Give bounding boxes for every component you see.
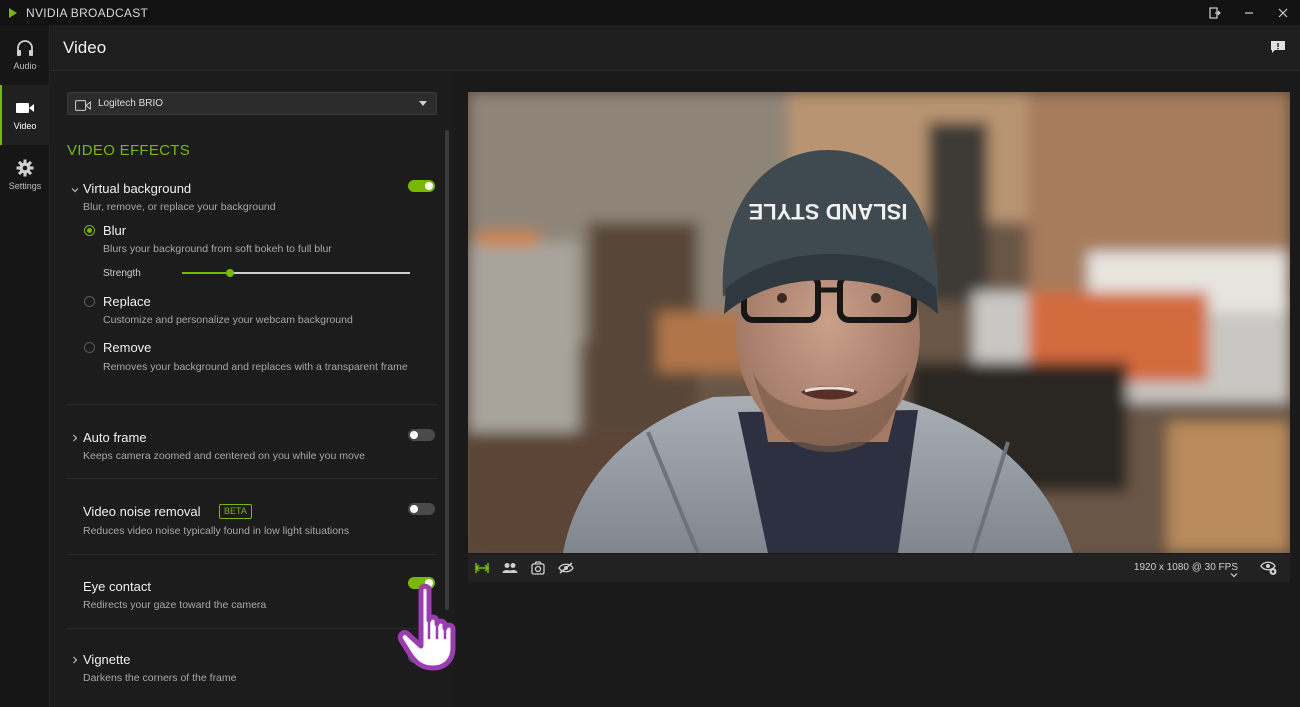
effect-title-noise-removal[interactable]: Video noise removal (83, 504, 201, 519)
effect-desc-eye-contact: Redirects your gaze toward the camera (83, 599, 267, 611)
device-select[interactable]: Logitech BRIO (67, 92, 437, 115)
beta-badge: BETA (219, 504, 252, 519)
section-title: VIDEO EFFECTS (67, 142, 191, 159)
auto-frame-toggle[interactable] (408, 429, 435, 441)
effect-desc-vignette: Darkens the corners of the frame (83, 672, 237, 684)
rail-label-settings: Settings (8, 181, 42, 191)
rail-item-settings[interactable]: Settings (0, 145, 50, 205)
divider (67, 478, 437, 479)
replace-radio[interactable] (84, 296, 95, 307)
strength-slider[interactable] (182, 269, 410, 277)
rail-label-video: Video (13, 121, 37, 131)
feedback-icon[interactable] (1270, 40, 1286, 54)
option-title-replace[interactable]: Replace (103, 294, 151, 309)
chevron-right-icon[interactable] (72, 434, 78, 444)
title-bar: NVIDIA BROADCAST (0, 0, 1300, 25)
window-controls (1198, 0, 1300, 25)
webcam-icon (75, 98, 91, 111)
page-header: Video (51, 25, 1300, 71)
pointer-hand-icon (397, 583, 456, 671)
strength-slider-fill (182, 272, 230, 274)
option-title-remove[interactable]: Remove (103, 340, 151, 355)
eye-settings-icon[interactable] (1260, 560, 1278, 576)
chevron-down-icon (419, 101, 427, 106)
rail-item-video[interactable]: Video (0, 85, 50, 145)
chevron-down-icon[interactable] (1230, 565, 1238, 583)
chevron-right-icon[interactable] (72, 656, 78, 666)
panel-scrollbar[interactable] (445, 130, 449, 610)
hide-preview-icon[interactable] (552, 554, 580, 582)
rail-label-audio: Audio (13, 61, 37, 71)
page-title: Video (63, 38, 107, 57)
divider (67, 554, 437, 555)
effect-title-vignette[interactable]: Vignette (83, 652, 130, 667)
exit-mini-icon[interactable] (1198, 0, 1232, 25)
noise-removal-toggle[interactable] (408, 503, 435, 515)
option-desc-blur: Blurs your background from soft bokeh to… (103, 243, 332, 255)
nav-rail: Audio Video Settings (0, 25, 50, 707)
option-desc-remove: Removes your background and replaces wit… (103, 361, 408, 373)
effect-title-auto-frame[interactable]: Auto frame (83, 430, 147, 445)
video-camera-icon (15, 99, 35, 117)
app-title: NVIDIA BROADCAST (26, 5, 149, 20)
snapshot-icon[interactable] (524, 554, 552, 582)
effect-desc-virtual-background: Blur, remove, or replace your background (83, 201, 276, 213)
people-icon[interactable] (496, 554, 524, 582)
effect-desc-noise-removal: Reduces video noise typically found in l… (83, 525, 350, 537)
preview-toolbar: 1920 x 1080 @ 30 FPS (468, 554, 1290, 582)
effect-title-virtual-background[interactable]: Virtual background (83, 181, 191, 196)
rail-item-audio[interactable]: Audio (0, 25, 50, 85)
resolution-select[interactable]: 1920 x 1080 @ 30 FPS (1134, 562, 1238, 573)
gear-icon (16, 159, 34, 177)
divider (67, 628, 437, 629)
remove-radio[interactable] (84, 342, 95, 353)
nvidia-logo-icon (2, 7, 24, 19)
option-title-blur[interactable]: Blur (103, 223, 126, 238)
headphones-icon (16, 39, 34, 57)
virtual-background-toggle[interactable] (408, 180, 435, 192)
effect-title-eye-contact[interactable]: Eye contact (83, 579, 151, 594)
divider (67, 404, 437, 405)
blur-radio[interactable] (84, 225, 95, 236)
strength-label: Strength (103, 268, 141, 279)
side-by-side-icon[interactable] (468, 554, 496, 582)
device-select-value: Logitech BRIO (98, 98, 164, 109)
option-desc-replace: Customize and personalize your webcam ba… (103, 314, 353, 326)
chevron-down-icon[interactable] (71, 185, 79, 195)
beanie-logo-text: ISLAND STYLE (749, 199, 908, 224)
effect-desc-auto-frame: Keeps camera zoomed and centered on you … (83, 450, 365, 462)
effects-panel: Logitech BRIO VIDEO EFFECTS Virtual back… (51, 72, 456, 707)
close-icon[interactable] (1266, 0, 1300, 25)
minimize-icon[interactable] (1232, 0, 1266, 25)
camera-preview: ISLAND STYLE (468, 92, 1290, 553)
strength-slider-thumb[interactable] (225, 269, 234, 277)
